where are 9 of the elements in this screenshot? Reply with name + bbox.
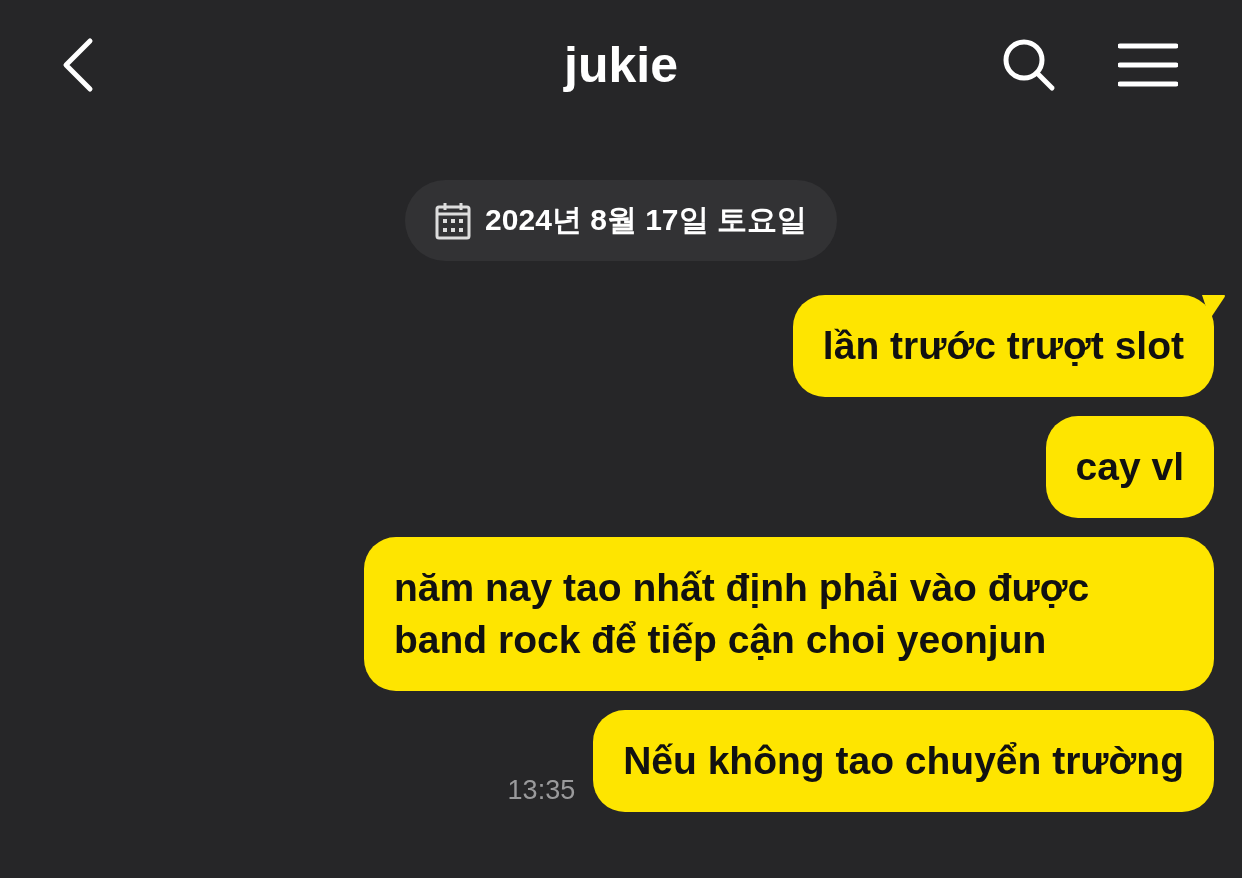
menu-icon[interactable] [1118,42,1178,88]
message-time: 13:35 [507,775,576,806]
chat-title: jukie [564,37,678,93]
calendar-icon [435,201,472,240]
search-icon[interactable] [1002,38,1056,92]
message-bubble: năm nay tao nhất định phải vào được band rock để tiếp cận choi yeonjun [364,537,1214,691]
date-pill: 2024년 8월 17일 토요일 [405,180,837,261]
message-bubble: Nếu không tao chuyển trường [593,710,1214,812]
message-bubble: cay vl [1045,416,1214,518]
